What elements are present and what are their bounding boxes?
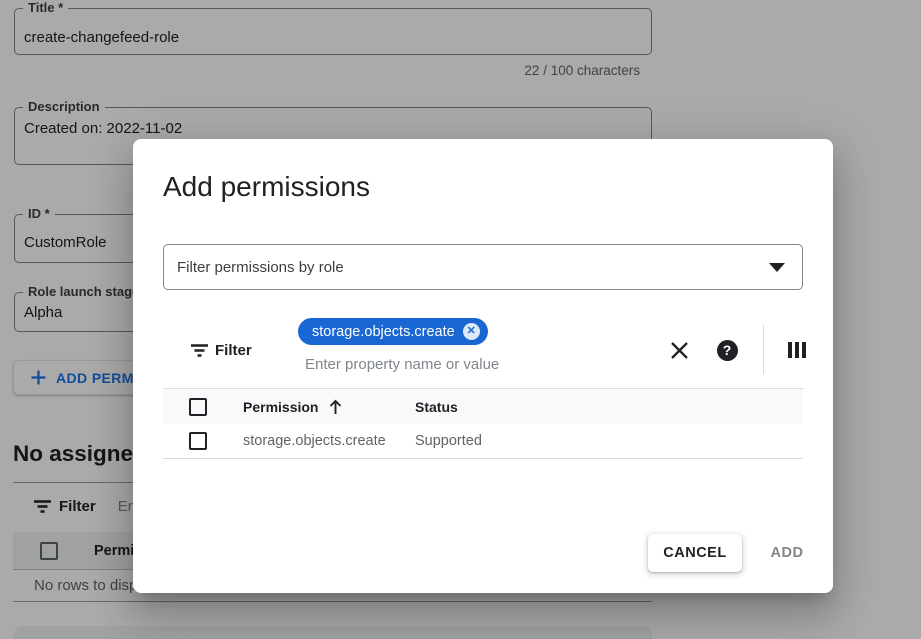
filter-chip-label: storage.objects.create <box>312 324 455 340</box>
add-button[interactable]: ADD <box>751 534 823 572</box>
add-permissions-dialog: Add permissions Filter permissions by ro… <box>133 139 833 593</box>
columns-icon <box>788 342 807 358</box>
dialog-filter-toolbar: Filter storage.objects.create ✕ Enter pr… <box>163 310 803 389</box>
close-icon <box>670 341 689 360</box>
toolbar-divider <box>763 325 764 374</box>
table-row[interactable]: storage.objects.create Supported <box>163 424 803 459</box>
chip-remove-icon[interactable]: ✕ <box>463 323 480 340</box>
permission-column-header[interactable]: Permission <box>243 399 318 415</box>
dialog-title: Add permissions <box>163 171 370 203</box>
cancel-button[interactable]: CANCEL <box>648 534 742 572</box>
row-checkbox[interactable] <box>189 432 207 450</box>
permission-cell: storage.objects.create <box>243 433 386 449</box>
filter-chip[interactable]: storage.objects.create ✕ <box>298 318 488 345</box>
role-filter-placeholder: Filter permissions by role <box>177 259 769 276</box>
column-display-button[interactable] <box>786 342 808 358</box>
sort-ascending-icon[interactable] <box>328 399 343 415</box>
dialog-table-header: Permission Status <box>163 389 803 424</box>
clear-filter-button[interactable] <box>666 337 692 363</box>
create-role-page: Title * create-changefeed-role 22 / 100 … <box>0 0 921 639</box>
status-cell: Supported <box>415 433 482 449</box>
dialog-filter-input[interactable]: Enter property name or value <box>305 356 499 373</box>
help-icon: ? <box>717 340 738 361</box>
filter-icon <box>191 344 208 357</box>
help-button[interactable]: ? <box>716 339 738 361</box>
status-column-header[interactable]: Status <box>415 399 458 415</box>
select-all-checkbox[interactable] <box>189 398 207 416</box>
role-filter-dropdown[interactable]: Filter permissions by role <box>163 244 803 290</box>
chevron-down-icon <box>769 263 785 272</box>
dialog-filter-button[interactable]: Filter <box>191 342 252 359</box>
dialog-filter-label: Filter <box>215 342 252 359</box>
